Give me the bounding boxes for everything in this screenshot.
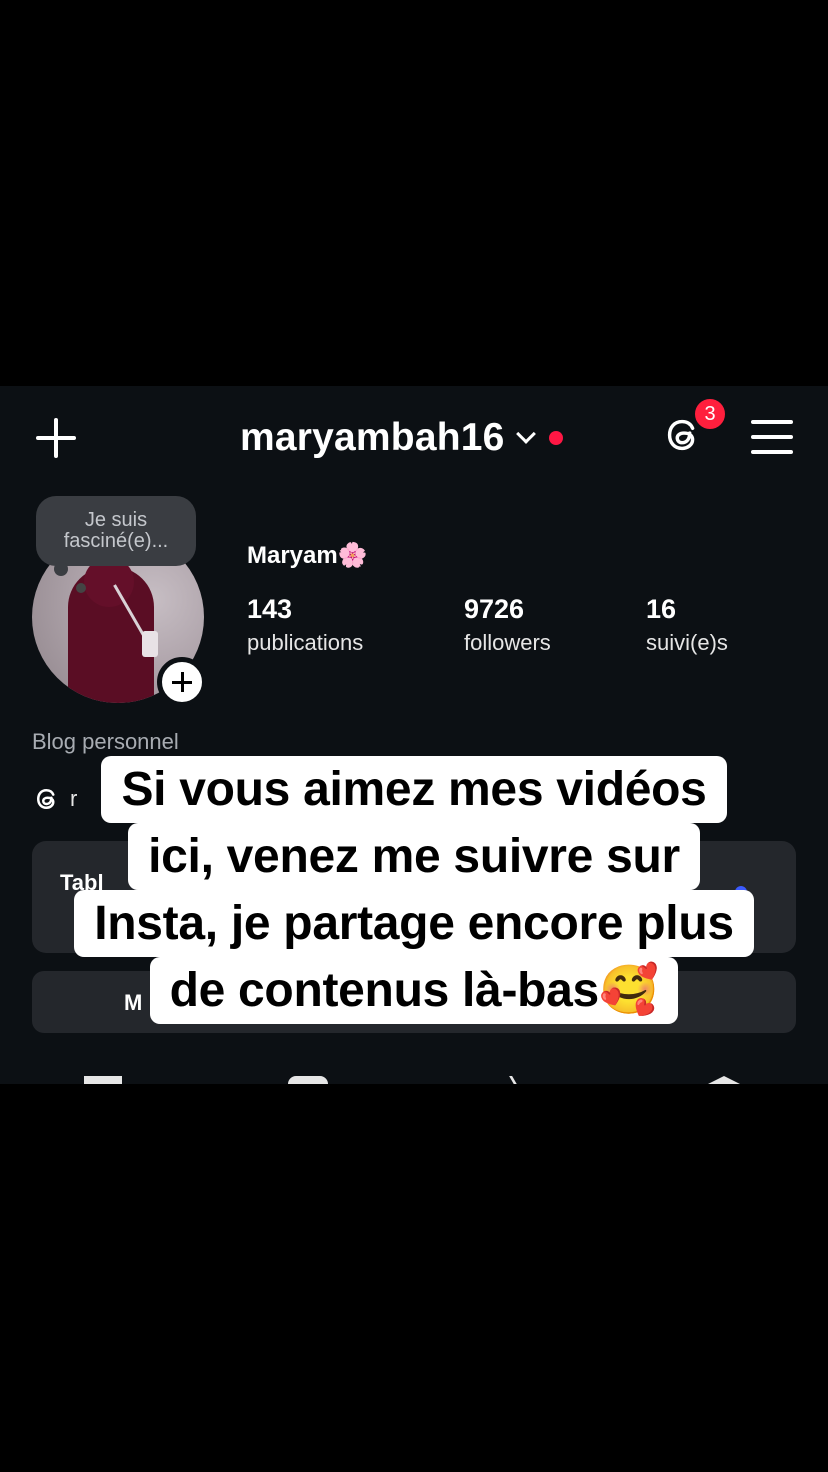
profile-tab-bar: [0, 1076, 828, 1084]
create-plus-icon[interactable]: [34, 416, 78, 460]
stat-publications[interactable]: 143 publications: [247, 594, 363, 656]
reposts-icon[interactable]: [509, 1076, 527, 1084]
stat-followers[interactable]: 9726 followers: [464, 594, 551, 656]
stat-following[interactable]: 16 suivi(e)s: [646, 594, 728, 656]
note-bubble-tail: [54, 562, 68, 576]
reels-icon[interactable]: [288, 1076, 328, 1084]
threads-link-text[interactable]: r: [70, 786, 77, 812]
professional-dashboard-card[interactable]: [32, 841, 796, 953]
instagram-profile-screen: maryambah16 3 Je suis fasciné(e)... Mary…: [0, 386, 828, 1084]
grid-icon[interactable]: [84, 1076, 122, 1084]
tagged-icon[interactable]: [704, 1076, 744, 1084]
add-story-plus-icon[interactable]: [157, 657, 207, 707]
stat-label: publications: [247, 630, 364, 655]
display-name: Maryam🌸: [247, 542, 368, 569]
dashboard-label: Tabl: [60, 870, 104, 895]
note-bubble[interactable]: Je suis fasciné(e)...: [36, 496, 196, 566]
stat-label: followers: [464, 630, 551, 655]
threads-link-icon[interactable]: [32, 784, 64, 816]
note-text: Je suis fasciné(e)...: [63, 509, 169, 552]
chevron-down-icon: [515, 424, 536, 444]
bio-category: Blog personnel: [32, 729, 179, 754]
new-activity-dot: [548, 431, 563, 445]
stat-value: 9726: [464, 594, 525, 624]
stat-value: 143: [247, 594, 293, 624]
stat-value: 16: [646, 594, 677, 624]
account-switcher[interactable]: maryambah16: [240, 414, 563, 462]
username-title: maryambah16: [240, 416, 505, 459]
stat-label: suivi(e)s: [646, 630, 728, 655]
notification-badge: 3: [692, 396, 728, 432]
edit-profile-button[interactable]: [32, 971, 796, 1033]
dashboard-indicator-dot: [735, 886, 747, 898]
hamburger-menu-icon[interactable]: [751, 420, 793, 456]
button-label: M: [124, 990, 143, 1015]
